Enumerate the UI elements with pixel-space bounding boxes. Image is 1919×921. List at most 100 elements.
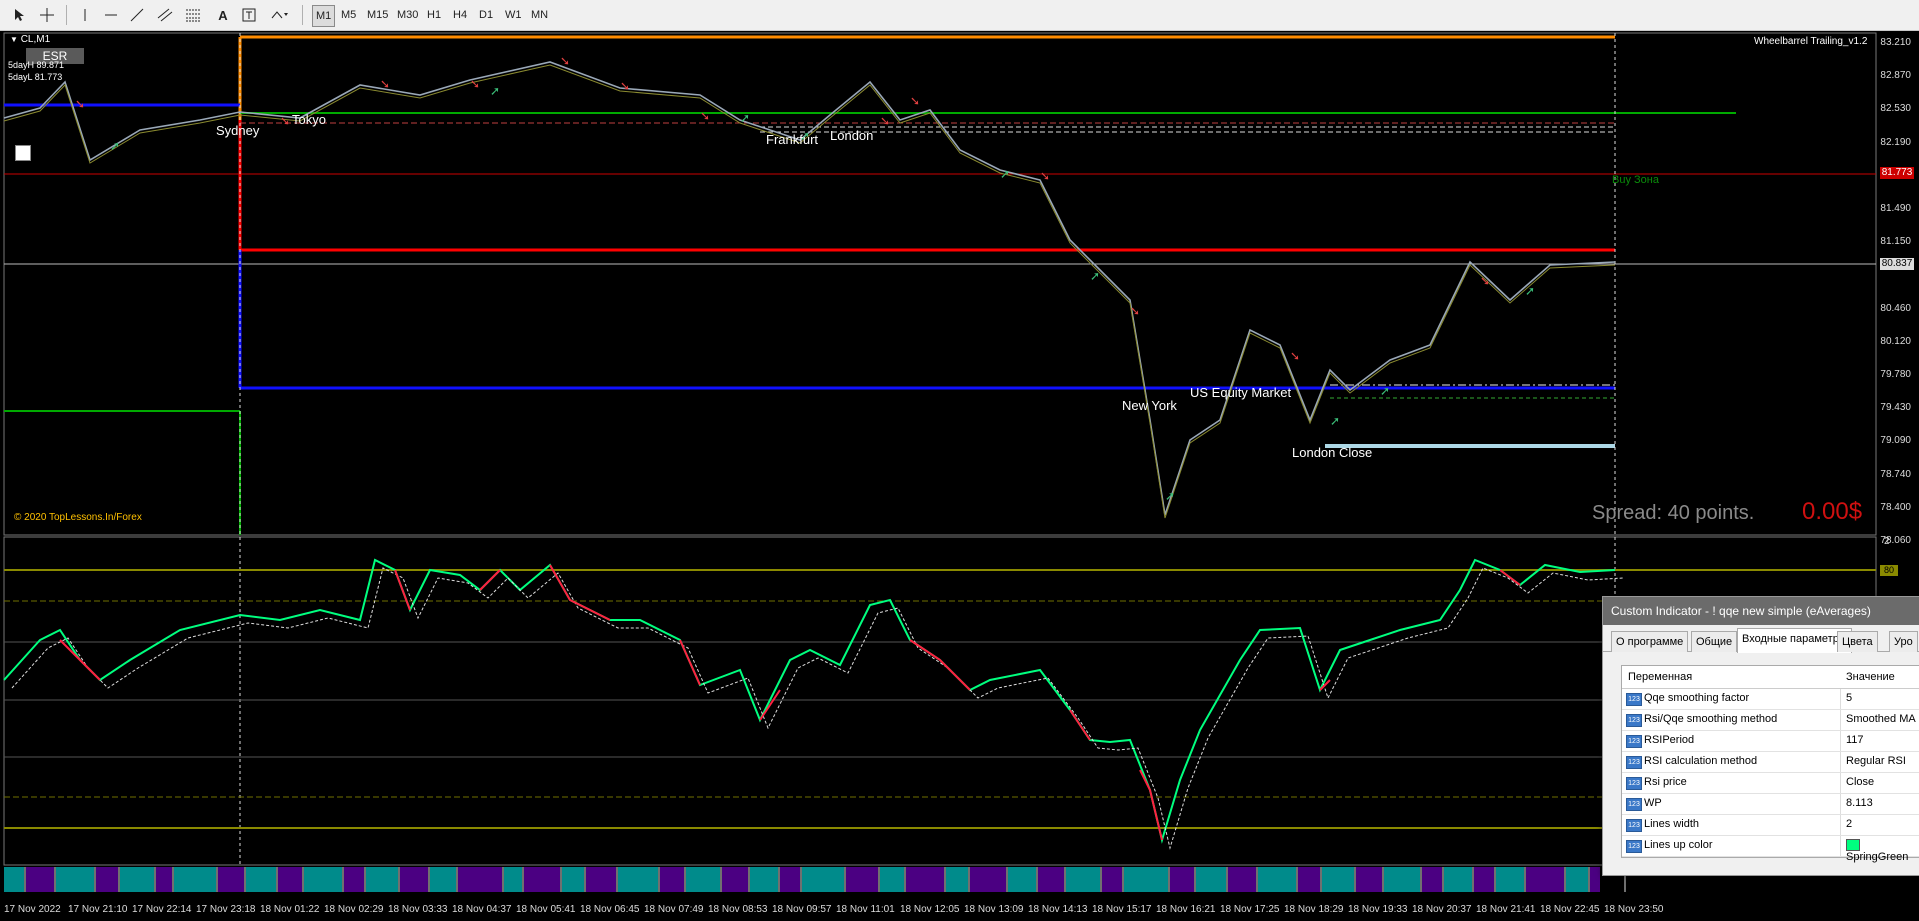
dialog-tab[interactable]: Общие — [1691, 631, 1738, 652]
histogram-separator — [302, 867, 304, 892]
sell-arrow-icon: ➘ — [1130, 304, 1140, 318]
sell-arrow-icon: ➘ — [880, 114, 890, 128]
time-tick-label: 18 Nov 02:29 — [324, 904, 384, 915]
qqe-down-segment — [759, 689, 781, 721]
price-tick-label: 83.210 — [1880, 37, 1911, 48]
time-tick-label: 18 Nov 09:57 — [772, 904, 832, 915]
param-row[interactable]: 123 Lines up color SpringGreen — [1622, 836, 1919, 863]
histogram-separator — [844, 867, 846, 892]
dialog-tab[interactable]: Уро — [1889, 631, 1918, 652]
histogram-separator — [944, 867, 946, 892]
timeframe-w1[interactable]: W1 — [502, 5, 525, 25]
histogram-separator — [1524, 867, 1526, 892]
column-header-name[interactable]: Переменная — [1628, 671, 1692, 683]
crosshair-icon[interactable] — [36, 4, 58, 26]
arrows-icon[interactable] — [268, 4, 290, 26]
timeframe-d1[interactable]: D1 — [476, 5, 496, 25]
time-tick-label: 17 Nov 23:18 — [196, 904, 256, 915]
histogram-bar — [686, 867, 722, 892]
time-tick-label: 18 Nov 23:50 — [1604, 904, 1664, 915]
param-value[interactable]: SpringGreen — [1846, 839, 1919, 863]
timeframe-m1[interactable]: M1 — [312, 5, 336, 27]
vertical-line-icon[interactable] — [74, 4, 96, 26]
channel-icon[interactable] — [154, 4, 176, 26]
param-row[interactable]: 123 Qqe smoothing factor 5 — [1622, 689, 1919, 710]
param-name: Lines up color — [1644, 839, 1713, 851]
histogram-separator — [1472, 867, 1474, 892]
fibonacci-icon[interactable] — [182, 4, 204, 26]
timeframe-m30[interactable]: M30 — [394, 5, 421, 25]
histogram-bar — [1066, 867, 1102, 892]
trendline-icon[interactable] — [126, 4, 148, 26]
timeframe-h1[interactable]: H1 — [424, 5, 444, 25]
histogram-bar — [1356, 867, 1384, 892]
param-row[interactable]: 123 RSI calculation method Regular RSI — [1622, 752, 1919, 773]
qqe-down-segment — [679, 639, 701, 686]
histogram-bar — [524, 867, 562, 892]
param-value[interactable]: 5 — [1846, 692, 1852, 704]
histogram-separator — [1442, 867, 1444, 892]
timeframe-h4[interactable]: H4 — [450, 5, 470, 25]
horizontal-line-icon[interactable] — [100, 4, 122, 26]
sub-pane-border — [3, 536, 1877, 866]
buy-arrow-icon: ➚ — [110, 139, 120, 153]
dialog-tab[interactable]: Цвета — [1837, 631, 1878, 652]
timeframe-mn[interactable]: MN — [528, 5, 551, 25]
copyright-label: © 2020 TopLessons.In/Forex — [14, 512, 142, 523]
time-tick-label: 17 Nov 22:14 — [132, 904, 192, 915]
histogram-separator — [720, 867, 722, 892]
timeframe-m15[interactable]: M15 — [364, 5, 391, 25]
fiveday-low-label: 5dayL 81.773 — [8, 72, 63, 82]
dialog-title[interactable]: Custom Indicator - ! qqe new simple (eAv… — [1603, 597, 1919, 625]
param-value[interactable]: 2 — [1846, 818, 1852, 830]
param-value[interactable]: Smoothed MA — [1846, 713, 1916, 725]
histogram-separator — [1564, 867, 1566, 892]
toolbar: A M1 M5 M15 M30 H1 H4 D1 W1 MN — [0, 0, 1919, 31]
param-name: RSI calculation method — [1644, 755, 1758, 767]
param-row[interactable]: 123 RSIPeriod 117 — [1622, 731, 1919, 752]
histogram-bar — [218, 867, 246, 892]
time-tick-label: 18 Nov 05:41 — [516, 904, 576, 915]
histogram-bar — [1590, 867, 1600, 892]
time-tick-label: 18 Nov 13:09 — [964, 904, 1024, 915]
column-header-value[interactable]: Значение — [1846, 671, 1895, 683]
buy-arrow-icon: ➚ — [740, 111, 750, 125]
column-divider — [1840, 815, 1841, 835]
fiveday-high-label: 5dayH 89.871 — [8, 60, 65, 70]
histogram-separator — [1194, 867, 1196, 892]
dialog-tab[interactable]: О программе — [1611, 631, 1689, 652]
histogram-separator — [1494, 867, 1496, 892]
histogram-separator — [800, 867, 802, 892]
symbol-menu-icon[interactable]: ▼ — [10, 35, 18, 44]
session-london-close: London Close — [1292, 445, 1373, 460]
column-divider — [1840, 794, 1841, 814]
histogram-separator — [1420, 867, 1422, 892]
param-row[interactable]: 123 Rsi price Close — [1622, 773, 1919, 794]
timeframe-m5[interactable]: M5 — [338, 5, 359, 25]
histogram-separator — [94, 867, 96, 892]
histogram-bar — [246, 867, 278, 892]
histogram-bar — [56, 867, 96, 892]
histogram-separator — [1168, 867, 1170, 892]
histogram-separator — [748, 867, 750, 892]
sell-arrow-icon: ➘ — [75, 97, 85, 111]
buy-arrow-icon: ➚ — [1330, 414, 1340, 428]
histogram-separator — [1122, 867, 1124, 892]
param-value[interactable]: Close — [1846, 776, 1874, 788]
param-row[interactable]: 123 Rsi/Qqe smoothing method Smoothed MA — [1622, 710, 1919, 731]
buy-arrow-icon: ➚ — [1090, 269, 1100, 283]
param-row[interactable]: 123 WP 8.113 — [1622, 794, 1919, 815]
time-tick-label: 18 Nov 07:49 — [644, 904, 704, 915]
param-type-icon: 123 — [1626, 693, 1642, 706]
histogram-bar — [1298, 867, 1322, 892]
chart-checkbox[interactable] — [15, 145, 31, 161]
cursor-icon[interactable] — [8, 4, 30, 26]
param-value[interactable]: 117 — [1846, 734, 1864, 746]
text-icon[interactable]: A — [212, 4, 234, 26]
dialog-tab[interactable]: Входные параметры — [1737, 628, 1852, 653]
param-value[interactable]: Regular RSI — [1846, 755, 1906, 767]
sell-arrow-icon: ➘ — [1040, 169, 1050, 183]
text-label-icon[interactable] — [238, 4, 260, 26]
param-value[interactable]: 8.113 — [1846, 797, 1873, 809]
param-row[interactable]: 123 Lines width 2 — [1622, 815, 1919, 836]
